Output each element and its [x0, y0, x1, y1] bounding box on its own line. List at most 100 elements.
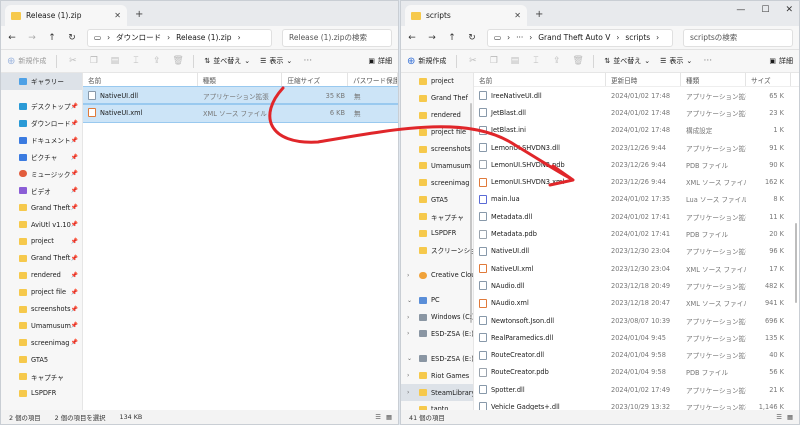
tab-release-zip[interactable]: Release (1).zip ✕ — [5, 5, 127, 26]
tiles-view-icon[interactable]: ▦ — [386, 413, 392, 421]
search-input[interactable]: Release (1).zipの検索 — [282, 28, 392, 47]
new-tab-icon[interactable]: + — [135, 9, 143, 20]
sidebar-item[interactable]: project file 📌 — [1, 284, 82, 301]
sidebar-item[interactable]: キャプチャ — [1, 368, 82, 385]
close-tab-icon[interactable]: ✕ — [114, 11, 121, 20]
sidebar-item[interactable]: Grand Theft 📌 — [1, 250, 82, 267]
close-window-icon[interactable]: ✕ — [785, 5, 793, 15]
col-modified[interactable]: 更新日時 — [606, 73, 681, 86]
delete-icon[interactable]: 🗑 — [172, 56, 183, 67]
sidebar-item[interactable]: screenshots 📌 — [1, 301, 82, 318]
file-row[interactable]: Newtonsoft.Json.dll 2023/08/07 10:39 アプリケー… — [474, 312, 799, 329]
sidebar-item[interactable]: ピクチャ 📌 — [1, 149, 82, 166]
sidebar-item[interactable]: Grand Thef — [401, 90, 473, 107]
sidebar-item[interactable]: Umamusum 📌 — [1, 317, 82, 334]
new-tab-icon[interactable]: + — [535, 9, 543, 20]
new-button[interactable]: ⊕ 新規作成 — [407, 56, 446, 67]
sidebar-item[interactable]: screenimag — [401, 174, 473, 191]
file-row[interactable]: RouteCreator.pdb 2024/01/04 9:58 PDB ファイル 5… — [474, 364, 799, 381]
col-compressed-size[interactable]: 圧縮サイズ — [282, 73, 349, 86]
sidebar-item[interactable]: › ESD-ZSA (E:) — [401, 325, 473, 342]
rename-icon[interactable]: ⌶ — [130, 56, 141, 67]
sidebar-item[interactable]: GTA5 — [1, 351, 82, 368]
paste-icon[interactable]: ▤ — [109, 56, 120, 67]
sidebar-item[interactable]: LSPDFR — [1, 385, 82, 402]
file-row[interactable]: IreeNativeUI.dll 2024/01/02 17:48 アプリケーション… — [474, 87, 799, 104]
refresh-icon[interactable]: ↻ — [467, 33, 477, 43]
breadcrumb-item[interactable]: Grand Theft Auto V — [538, 33, 610, 42]
forward-icon[interactable]: → — [27, 33, 37, 43]
sidebar-item[interactable]: rendered 📌 — [1, 267, 82, 284]
breadcrumb-item[interactable]: scripts — [625, 33, 650, 42]
refresh-icon[interactable]: ↻ — [67, 33, 77, 43]
chevron-right-icon[interactable]: › — [407, 372, 409, 379]
new-button[interactable]: ⊕ 新規作成 — [7, 56, 46, 67]
file-row[interactable]: LemonUI.SHVDN3.pdb 2023/12/26 9:44 PDB ファイ… — [474, 156, 799, 173]
sidebar-item[interactable]: ダウンロード 📌 — [1, 115, 82, 132]
sidebar-item[interactable]: ミュージック 📌 — [1, 165, 82, 182]
chevron-down-icon[interactable]: ⌄ — [407, 297, 412, 304]
sidebar-item[interactable]: ドキュメント 📌 — [1, 132, 82, 149]
file-row[interactable]: NAudio.dll 2023/12/18 20:49 アプリケーション拡張 482 … — [474, 277, 799, 294]
sort-button[interactable]: ⇅ 並べ替え ⌄ — [604, 56, 650, 66]
sidebar-item[interactable]: screenimag 📌 — [1, 334, 82, 351]
sidebar-item[interactable]: キャプチャ — [401, 208, 473, 225]
sidebar-item[interactable]: スクリーンショット — [401, 242, 473, 259]
details-button[interactable]: ▣ 詳細 — [368, 56, 392, 66]
sidebar-item[interactable]: › Windows (C:) — [401, 309, 473, 326]
file-row[interactable]: RouteCreator.dll 2024/01/04 9:58 アプリケーション拡… — [474, 346, 799, 363]
navigation-pane[interactable]: ギャラリー デスクトップ 📌 ダウンロード 📌 ドキュメント 📌 ピクチャ 📌 ミュージック 📌 ビデ… — [1, 73, 83, 410]
up-icon[interactable]: ↑ — [47, 33, 57, 43]
rename-icon[interactable]: ⌶ — [530, 56, 541, 67]
minimize-icon[interactable]: — — [736, 5, 745, 15]
sidebar-item[interactable]: › Riot Games — [401, 367, 473, 384]
sidebar-item[interactable]: Grand Theft 📌 — [1, 199, 82, 216]
file-row[interactable]: Spotter.dll 2024/01/02 17:49 アプリケーション拡張 21 … — [474, 381, 799, 398]
delete-icon[interactable]: 🗑 — [572, 56, 583, 67]
paste-icon[interactable]: ▤ — [509, 56, 520, 67]
sidebar-item[interactable]: project 📌 — [1, 233, 82, 250]
col-size[interactable]: サイズ — [746, 73, 791, 86]
sidebar-item[interactable]: › SteamLibrary — [401, 384, 473, 402]
sidebar-item[interactable]: LSPDFR — [401, 225, 473, 242]
file-row[interactable]: RealParamedics.dll 2024/01/04 9:45 アプリケーショ… — [474, 329, 799, 346]
sidebar-item[interactable]: project — [401, 73, 473, 90]
col-name[interactable]: 名前 — [83, 73, 198, 86]
forward-icon[interactable]: → — [427, 33, 437, 43]
navigation-pane[interactable]: project Grand Thef rendered project file scr… — [401, 73, 474, 410]
col-name[interactable]: 名前 — [474, 73, 606, 86]
file-row[interactable]: JetBlast.ini 2024/01/02 17:48 構成設定 1 K — [474, 122, 799, 139]
file-list[interactable]: 名前 種類 圧縮サイズ パスワード保護 NativeUI.dll アプリケーション… — [83, 73, 398, 410]
file-row[interactable]: LemonUI.SHVDN3.xml 2023/12/26 9:44 XML ソース… — [474, 173, 799, 190]
back-icon[interactable]: ← — [7, 33, 17, 43]
file-list[interactable]: 名前 更新日時 種類 サイズ IreeNativeUI.dll 2024/01/0… — [474, 73, 799, 410]
sidebar-item[interactable]: screenshots — [401, 141, 473, 158]
file-list-scrollbar[interactable] — [795, 223, 797, 303]
share-icon[interactable]: ⇪ — [551, 56, 562, 67]
breadcrumb[interactable]: ▭ › ··· › Grand Theft Auto V › scripts › — [487, 28, 673, 47]
tiles-view-icon[interactable]: ▦ — [787, 413, 793, 421]
up-icon[interactable]: ↑ — [447, 33, 457, 43]
sidebar-item[interactable]: デスクトップ 📌 — [1, 98, 82, 115]
tab-scripts[interactable]: scripts ✕ — [405, 5, 527, 26]
breadcrumb[interactable]: ▭ › ダウンロード › Release (1).zip › — [87, 28, 272, 47]
file-row[interactable]: Metadata.dll 2024/01/02 17:41 アプリケーション拡張 11… — [474, 208, 799, 225]
sort-button[interactable]: ⇅ 並べ替え ⌄ — [204, 56, 250, 66]
file-row[interactable]: Vehicle Gadgets+.dll 2023/10/29 13:32 アプリケ… — [474, 398, 799, 410]
details-view-icon[interactable]: ☰ — [375, 413, 381, 421]
breadcrumb-item[interactable]: ダウンロード — [116, 32, 161, 43]
sidebar-item[interactable]: project file — [401, 124, 473, 141]
chevron-right-icon[interactable]: › — [407, 389, 409, 396]
sidebar-item[interactable]: ⌄ PC — [401, 292, 473, 309]
sidebar-item[interactable]: GTA5 — [401, 191, 473, 208]
more-icon[interactable]: ··· — [702, 56, 713, 67]
copy-icon[interactable]: ❐ — [88, 56, 99, 67]
sidebar-item[interactable]: ⌄ ESD-ZSA (E:) — [401, 350, 473, 367]
maximize-icon[interactable]: ☐ — [761, 5, 769, 15]
chevron-down-icon[interactable]: ⌄ — [407, 355, 412, 362]
col-password[interactable]: パスワード保護 — [348, 73, 398, 86]
more-icon[interactable]: ··· — [302, 56, 313, 67]
sidebar-item[interactable]: tanto — [401, 401, 473, 410]
file-row[interactable]: NativeUI.xml XML ソース ファイル 6 KB 無 — [83, 103, 398, 123]
sidebar-item[interactable]: ビデオ 📌 — [1, 182, 82, 199]
